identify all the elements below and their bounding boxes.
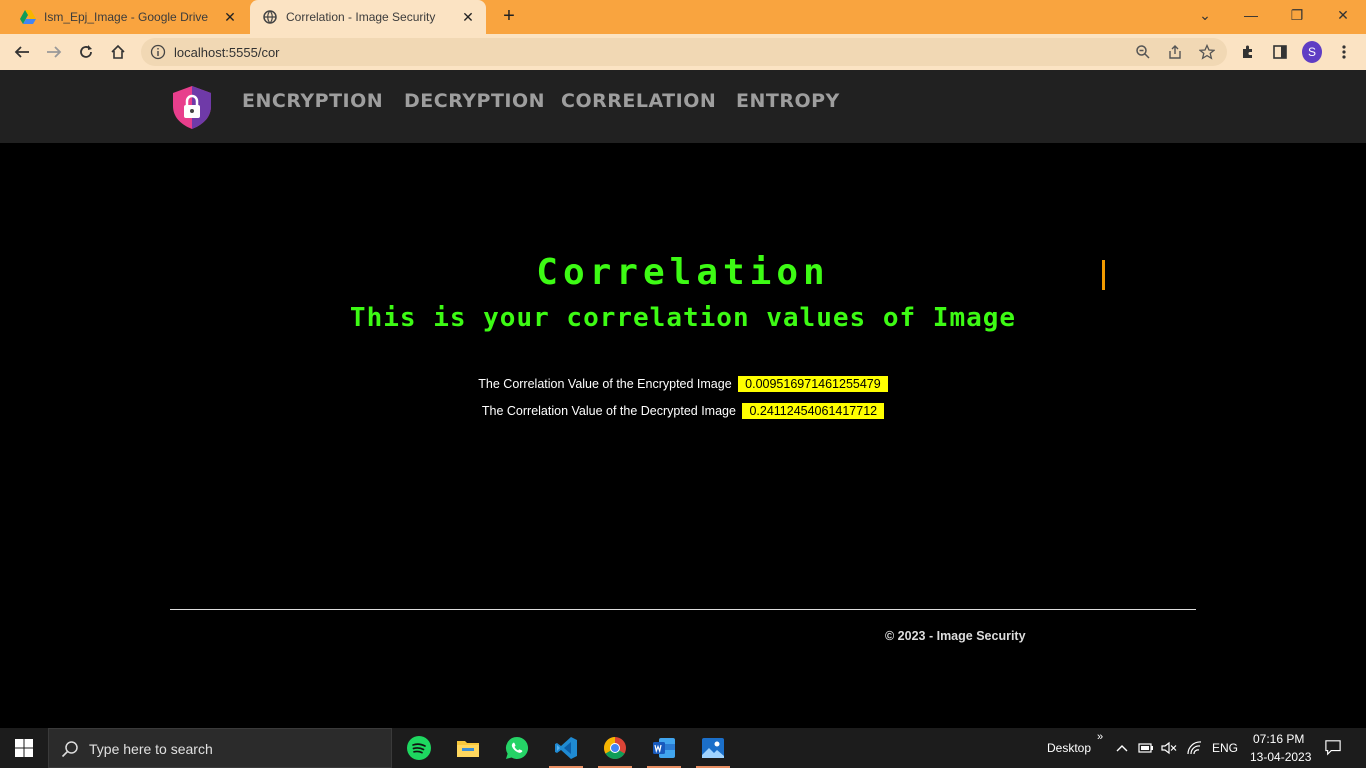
tab-google-drive[interactable]: Ism_Epj_Image - Google Drive ✕	[8, 0, 248, 34]
nav-encryption[interactable]: ENCRYPTION	[242, 90, 383, 112]
search-icon	[61, 740, 79, 758]
battery-icon[interactable]	[1138, 740, 1154, 756]
page-title: Correlation	[536, 252, 830, 293]
shield-lock-logo-icon[interactable]	[169, 84, 215, 130]
new-tab-button[interactable]: +	[498, 6, 520, 28]
result-value: 0.009516971461255479	[738, 376, 888, 392]
typing-cursor	[1102, 260, 1105, 290]
photos-icon[interactable]	[690, 728, 736, 768]
file-explorer-icon[interactable]	[445, 728, 491, 768]
footer-divider	[170, 609, 1196, 610]
nav-entropy[interactable]: ENTROPY	[736, 90, 840, 112]
whatsapp-icon[interactable]	[494, 728, 540, 768]
back-arrow-icon[interactable]	[10, 40, 34, 64]
word-icon[interactable]	[641, 728, 687, 768]
share-icon[interactable]	[1167, 44, 1183, 60]
language-indicator[interactable]: ENG	[1212, 741, 1238, 755]
tab-title: Correlation - Image Security	[286, 10, 436, 24]
tab-title: Ism_Epj_Image - Google Drive	[44, 10, 209, 24]
windows-taskbar: Type here to search Desktop » ENG 07:16 …	[0, 728, 1366, 768]
spotify-icon[interactable]	[396, 728, 442, 768]
url-text: localhost:5555/cor	[174, 45, 280, 60]
zoom-icon[interactable]	[1135, 44, 1151, 60]
nav-correlation[interactable]: CORRELATION	[561, 90, 716, 112]
tab-correlation[interactable]: Correlation - Image Security ✕	[250, 0, 486, 34]
more-menu-icon[interactable]	[1334, 42, 1354, 62]
minimize-button[interactable]: —	[1228, 0, 1274, 30]
close-window-button[interactable]: ✕	[1320, 0, 1366, 30]
page-subtitle: This is your correlation values of Image	[349, 303, 1017, 333]
result-label: The Correlation Value of the Encrypted I…	[478, 377, 732, 391]
restore-button[interactable]: ❐	[1274, 0, 1320, 30]
bookmark-star-icon[interactable]	[1198, 43, 1216, 60]
volume-muted-icon[interactable]	[1161, 740, 1177, 756]
reload-icon[interactable]	[74, 40, 98, 64]
google-drive-icon	[20, 9, 36, 25]
browser-tab-strip: Ism_Epj_Image - Google Drive ✕ Correlati…	[0, 0, 1366, 34]
nav-decryption[interactable]: DECRYPTION	[404, 90, 545, 112]
clock-date[interactable]: 13-04-2023	[1250, 750, 1311, 764]
profile-avatar[interactable]: S	[1302, 41, 1322, 63]
site-info-icon[interactable]	[150, 44, 166, 60]
vscode-icon[interactable]	[543, 728, 589, 768]
extensions-puzzle-icon[interactable]	[1238, 42, 1258, 62]
show-hidden-icons-icon[interactable]	[1114, 740, 1130, 756]
site-header: ENCRYPTION DECRYPTION CORRELATION ENTROP…	[0, 70, 1366, 143]
footer-copyright: © 2023 - Image Security	[885, 629, 1026, 643]
chrome-icon[interactable]	[592, 728, 638, 768]
search-placeholder: Type here to search	[89, 741, 213, 757]
home-icon[interactable]	[106, 40, 130, 64]
browser-toolbar: localhost:5555/cor S	[0, 34, 1366, 70]
close-tab-icon[interactable]: ✕	[220, 9, 240, 26]
toolbar-overflow-chevron-icon[interactable]: »	[1097, 731, 1103, 743]
decrypted-correlation-row: The Correlation Value of the Decrypted I…	[0, 403, 1366, 419]
encrypted-correlation-row: The Correlation Value of the Encrypted I…	[0, 376, 1366, 392]
profile-initial: S	[1302, 41, 1322, 63]
address-bar[interactable]: localhost:5555/cor	[141, 38, 1227, 66]
desktop-toolbar-label[interactable]: Desktop	[1047, 741, 1091, 755]
close-tab-icon[interactable]: ✕	[458, 9, 478, 26]
tab-search-chevron-icon[interactable]: ⌄	[1182, 0, 1228, 30]
windows-start-icon[interactable]	[0, 728, 48, 768]
result-label: The Correlation Value of the Decrypted I…	[481, 404, 736, 418]
forward-arrow-icon[interactable]	[42, 40, 66, 64]
side-panel-icon[interactable]	[1270, 42, 1290, 62]
wifi-icon[interactable]	[1187, 740, 1203, 756]
globe-icon	[262, 9, 278, 25]
clock-time[interactable]: 07:16 PM	[1253, 732, 1304, 746]
result-value: 0.24112454061417712	[742, 403, 885, 419]
notifications-icon[interactable]	[1325, 739, 1341, 756]
taskbar-search-box[interactable]: Type here to search	[48, 728, 392, 768]
